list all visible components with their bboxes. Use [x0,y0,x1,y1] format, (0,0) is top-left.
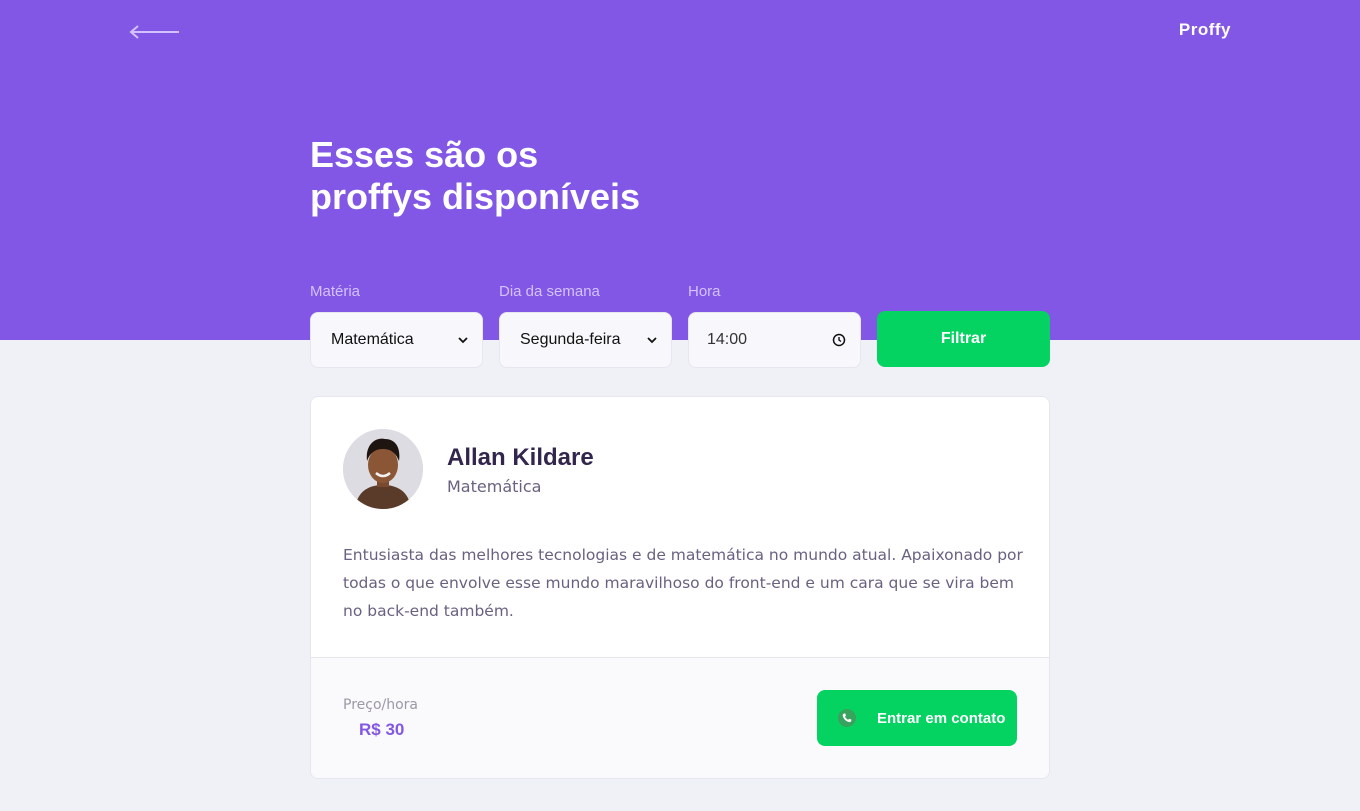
subject-select-value: Matemática [331,331,414,348]
page-title: Esses são os proffys disponíveis [310,134,810,218]
time-input[interactable]: 14:00 [688,312,861,368]
teacher-header: Allan Kildare Matemática [343,429,594,509]
arrow-left-icon [129,25,179,39]
contact-button[interactable]: Entrar em contato [817,690,1017,746]
teacher-card-footer: Preço/hora R$ 30 Entrar em contato [311,657,1049,778]
weekday-select-value: Segunda-feira [520,331,621,348]
filter-button[interactable]: Filtrar [877,311,1050,367]
contact-button-label: Entrar em contato [877,709,1006,727]
chevron-down-icon [647,337,657,344]
subject-filter: Matéria Matemática [310,282,483,368]
time-label: Hora [688,283,721,300]
teacher-info: Allan Kildare Matemática [447,443,594,496]
teacher-name: Allan Kildare [447,443,594,471]
price-label: Preço/hora [343,697,419,713]
price-value: R$ 30 [359,720,405,739]
clock-icon[interactable] [832,333,846,347]
whatsapp-icon [838,709,856,727]
time-input-value: 14:00 [707,331,748,348]
weekday-select[interactable]: Segunda-feira [499,312,672,368]
subject-select[interactable]: Matemática [310,312,483,368]
time-filter: Hora 14:00 [688,282,861,368]
back-button[interactable] [128,20,182,44]
title-line-2: proffys disponíveis [310,176,641,217]
weekday-label: Dia da semana [499,283,600,300]
weekday-filter: Dia da semana Segunda-feira [499,282,672,368]
teacher-subject: Matemática [447,476,542,496]
teacher-bio: Entusiasta das melhores tecnologias e de… [343,546,1023,620]
logo: Proffy [1178,20,1231,39]
subject-label: Matéria [310,283,361,300]
teacher-card: Allan Kildare Matemática Entusiasta das … [310,396,1050,779]
chevron-down-icon [458,337,468,344]
title-line-1: Esses são os [310,134,539,175]
avatar [343,429,423,509]
